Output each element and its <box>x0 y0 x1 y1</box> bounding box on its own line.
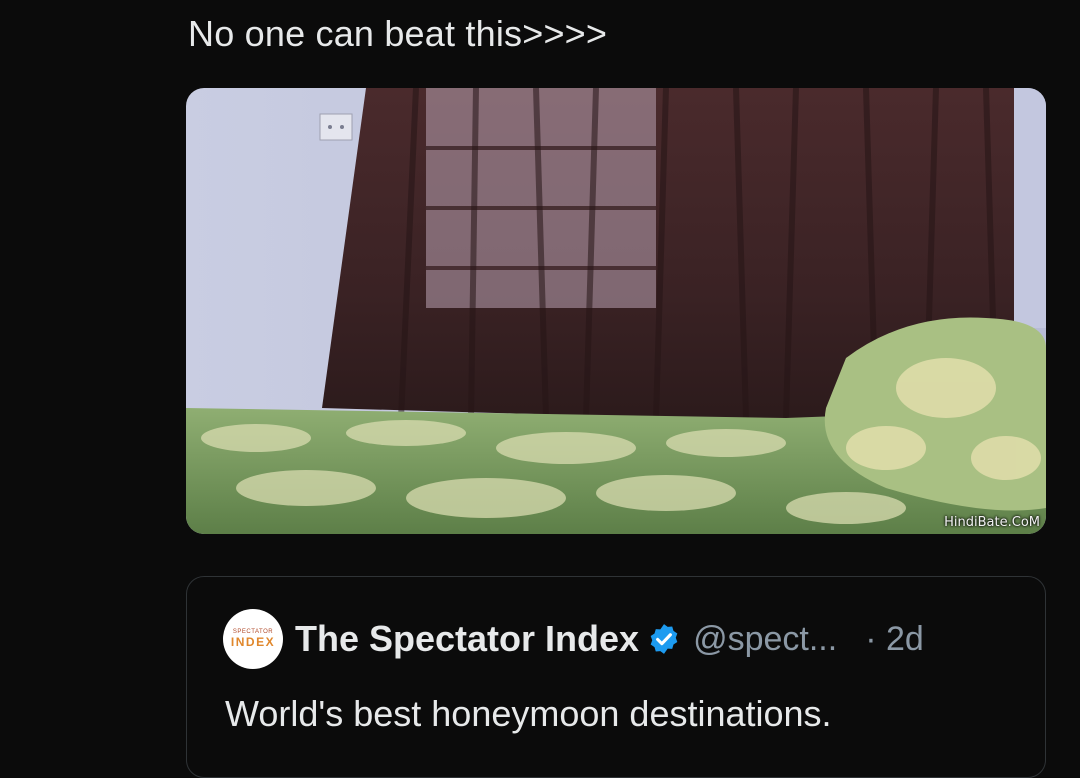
quoted-tweet-header: SPECTATOR INDEX The Spectator Index @spe… <box>223 609 924 669</box>
tweet-text: No one can beat this>>>> <box>188 13 608 54</box>
tweet-timestamp[interactable]: · 2d <box>865 620 924 659</box>
author-name[interactable]: The Spectator Index <box>295 618 639 660</box>
verified-badge-icon <box>647 622 681 656</box>
watermark-text: HindiBate.CoM <box>944 515 1040 530</box>
bedroom-photo <box>186 88 1046 534</box>
quoted-tweet-card[interactable]: SPECTATOR INDEX The Spectator Index @spe… <box>186 576 1046 778</box>
tweet-media-image[interactable]: HindiBate.CoM <box>186 88 1046 534</box>
avatar-logo-bottom: INDEX <box>230 635 276 649</box>
avatar[interactable]: SPECTATOR INDEX <box>223 609 283 669</box>
quoted-tweet-text: World's best honeymoon destinations. <box>225 693 832 734</box>
author-handle[interactable]: @spect... <box>693 620 837 659</box>
